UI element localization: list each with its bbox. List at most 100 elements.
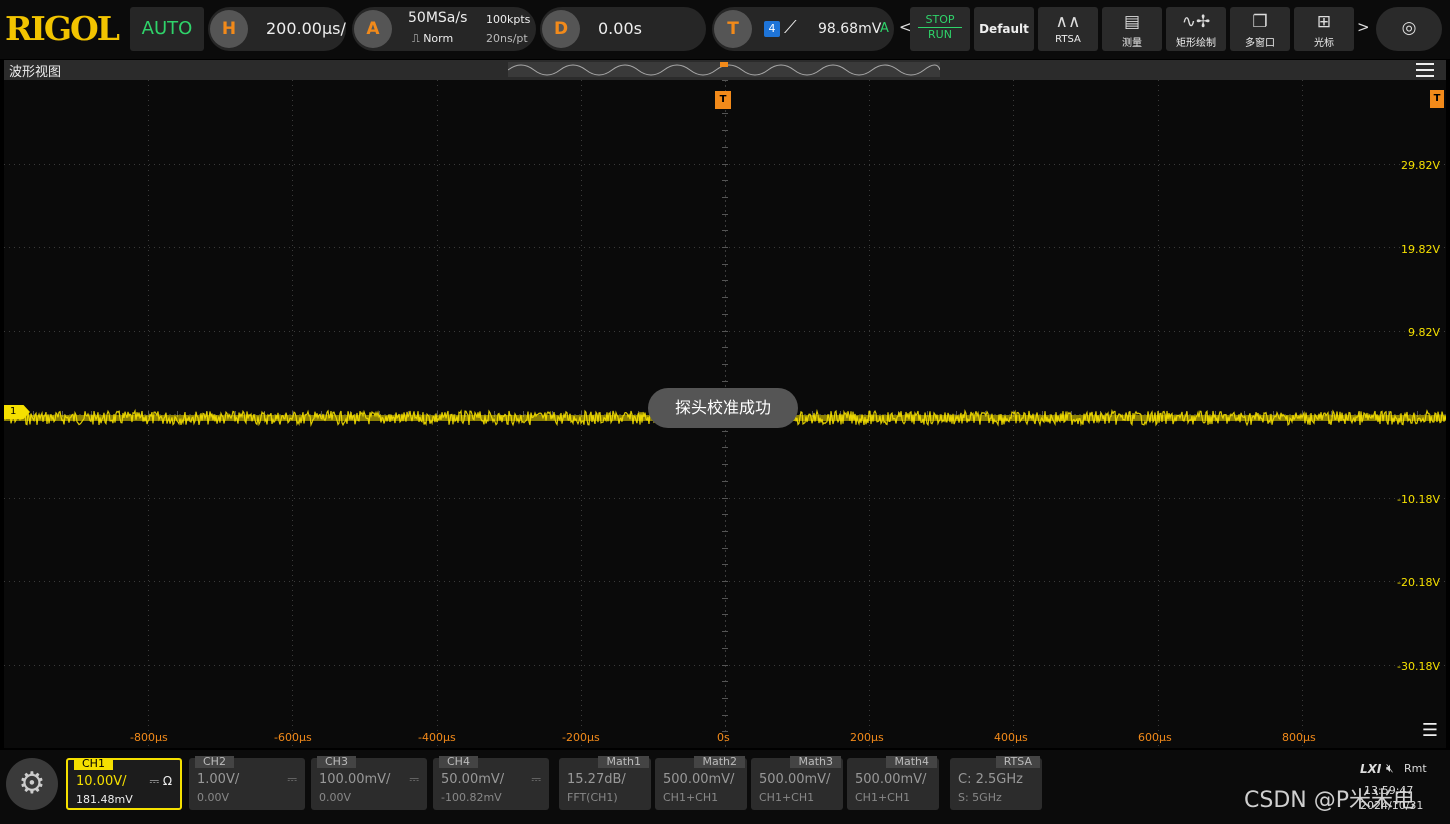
app-switch-icon: ◎ <box>1401 18 1417 38</box>
h-label: 600μs <box>1138 731 1172 744</box>
v-label: -30.18V <box>1397 660 1440 673</box>
rising-edge-icon: ⟋ <box>784 17 797 38</box>
h-label: 400μs <box>994 731 1028 744</box>
dc-coupling-icon: ⎓ <box>531 772 541 786</box>
delay-value: 0.00s <box>598 19 642 38</box>
dc-coupling-icon: ⎓ <box>287 772 297 786</box>
horizontal-key[interactable]: H <box>210 10 248 48</box>
rigol-logo: RIGOL <box>5 9 120 48</box>
channel-scale: 500.00mV/ <box>663 772 735 787</box>
windows-icon: ❐ <box>1252 12 1268 32</box>
v-label: -10.18V <box>1397 493 1440 506</box>
dc-coupling-icon: ⎓ <box>409 772 419 786</box>
rtsa-span: S: 5GHz <box>958 791 1002 804</box>
channel-tag: Math2 <box>694 756 745 768</box>
channel-bar: ⚙ CH1 10.00V/ ⎓ Ω 181.48mV CH2 1.00V/ ⎓ … <box>0 750 1450 824</box>
channel-scale: 15.27dB/ <box>567 772 626 787</box>
waveform-overview[interactable] <box>507 62 941 77</box>
channel-tag: CH3 <box>317 756 356 768</box>
scroll-right-icon[interactable]: > <box>1357 18 1370 36</box>
channel-source: CH1+CH1 <box>663 791 719 804</box>
ruler-icon: ▤ <box>1123 12 1141 32</box>
h-label: 200μs <box>850 731 884 744</box>
channel-scale: 500.00mV/ <box>855 772 927 787</box>
channel-scale: 1.00V/ <box>197 772 240 787</box>
auto-button[interactable]: AUTO <box>130 7 204 51</box>
channel-tag: CH1 <box>74 758 113 770</box>
h-label: 0s <box>717 731 730 744</box>
acquire-control[interactable]: A 50MSa/s ⎍ Norm 100kpts 20ns/pt <box>352 7 536 51</box>
rtsa-center: C: 2.5GHz <box>958 772 1023 787</box>
spectrum-icon: ∧∧ <box>1055 12 1081 32</box>
menu-icon[interactable] <box>1416 63 1434 77</box>
channel-scale: 100.00mV/ <box>319 772 391 787</box>
acquire-key[interactable]: A <box>354 10 392 48</box>
waveform-draw-icon: ∿✢ <box>1181 12 1211 32</box>
trigger-control[interactable]: T 4 ⟋ 98.68mV A <box>712 7 894 51</box>
multi-window-button[interactable]: ❐ 多窗口 <box>1230 7 1290 51</box>
channel-tag: Math1 <box>598 756 649 768</box>
dc-coupling-icon: ⎓ Ω <box>149 774 172 788</box>
cursor-icon: ⊞ <box>1316 12 1332 32</box>
remote-indicator: Rmt <box>1404 762 1427 775</box>
waveform-display[interactable]: T T 29.82V 19.82V 9.82V -10.18V -20.18V … <box>4 80 1446 748</box>
v-label: -20.18V <box>1397 576 1440 589</box>
rect-draw-button[interactable]: ∿✢ 矩形绘制 <box>1166 7 1226 51</box>
channel-scale: 50.00mV/ <box>441 772 505 787</box>
h-label: 800μs <box>1282 731 1316 744</box>
channel-source: CH1+CH1 <box>855 791 911 804</box>
trigger-position-marker[interactable]: T <box>715 91 731 109</box>
run-stop-button[interactable]: STOP RUN <box>910 7 970 51</box>
settings-gear-icon[interactable]: ⚙ <box>6 758 58 810</box>
channel-tag: CH2 <box>195 756 234 768</box>
memory-depth: 100kpts <box>486 13 531 26</box>
app-switch-button[interactable]: ◎ <box>1376 7 1442 51</box>
rtsa-button[interactable]: ∧∧ RTSA <box>1038 7 1098 51</box>
ch3-box[interactable]: CH3 100.00mV/ ⎓ 0.00V <box>311 756 427 810</box>
ch4-box[interactable]: CH4 50.00mV/ ⎓ -100.82mV <box>433 756 549 810</box>
status-panel: LXI 🔇︎ Rmt 13:59:47 2024/10/31 <box>1326 754 1446 818</box>
math1-box[interactable]: Math1 15.27dB/ FFT(CH1) <box>559 756 651 810</box>
rtsa-box[interactable]: RTSA C: 2.5GHz S: 5GHz <box>950 756 1042 810</box>
math3-box[interactable]: Math3 500.00mV/ CH1+CH1 <box>751 756 843 810</box>
ch1-box[interactable]: CH1 10.00V/ ⎓ Ω 181.48mV <box>66 758 182 810</box>
trigger-source-badge: 4 <box>764 21 780 37</box>
window-title: 波形视图 <box>9 65 62 80</box>
cursor-button[interactable]: ⊞ 光标 <box>1294 7 1354 51</box>
channel-tag: Math4 <box>886 756 937 768</box>
ch2-box[interactable]: CH2 1.00V/ ⎓ 0.00V <box>189 756 305 810</box>
delay-control[interactable]: D 0.00s <box>540 7 706 51</box>
channel-tag: RTSA <box>995 756 1040 768</box>
h-label: -400μs <box>418 731 456 744</box>
waveform-title-bar: 波形视图 <box>4 60 1446 80</box>
notification-toast: 探头校准成功 <box>648 388 798 428</box>
v-label: 29.82V <box>1400 159 1440 172</box>
h-label: -200μs <box>562 731 600 744</box>
channel-tag: CH4 <box>439 756 478 768</box>
h-label: -600μs <box>274 731 312 744</box>
v-label: 9.82V <box>1407 326 1440 339</box>
measure-button[interactable]: ▤ 测量 <box>1102 7 1162 51</box>
channel-offset: 181.48mV <box>76 793 133 806</box>
channel-tag: Math3 <box>790 756 841 768</box>
default-button[interactable]: Default <box>974 7 1034 51</box>
trigger-key[interactable]: T <box>714 10 752 48</box>
v-label: 19.82V <box>1400 243 1440 256</box>
channel-scale: 500.00mV/ <box>759 772 831 787</box>
clock-date: 2024/10/31 <box>1360 799 1424 812</box>
math4-box[interactable]: Math4 500.00mV/ CH1+CH1 <box>847 756 939 810</box>
overview-waveform <box>507 62 941 76</box>
trigger-level: 98.68mV <box>818 21 882 37</box>
more-menu-icon[interactable]: ☰ <box>1422 720 1438 741</box>
delay-key[interactable]: D <box>542 10 580 48</box>
channel-source: FFT(CH1) <box>567 791 618 804</box>
channel-offset: 0.00V <box>197 791 230 804</box>
channel-source: CH1+CH1 <box>759 791 815 804</box>
horizontal-control[interactable]: H 200.00μs/ <box>208 7 346 51</box>
channel-offset: -100.82mV <box>441 791 502 804</box>
speaker-muted-icon[interactable]: 🔇︎ <box>1386 761 1394 776</box>
time-per-point: 20ns/pt <box>486 32 528 45</box>
channel-scale: 10.00V/ <box>76 774 127 789</box>
math2-box[interactable]: Math2 500.00mV/ CH1+CH1 <box>655 756 747 810</box>
trigger-level-marker[interactable]: T <box>1430 90 1444 108</box>
